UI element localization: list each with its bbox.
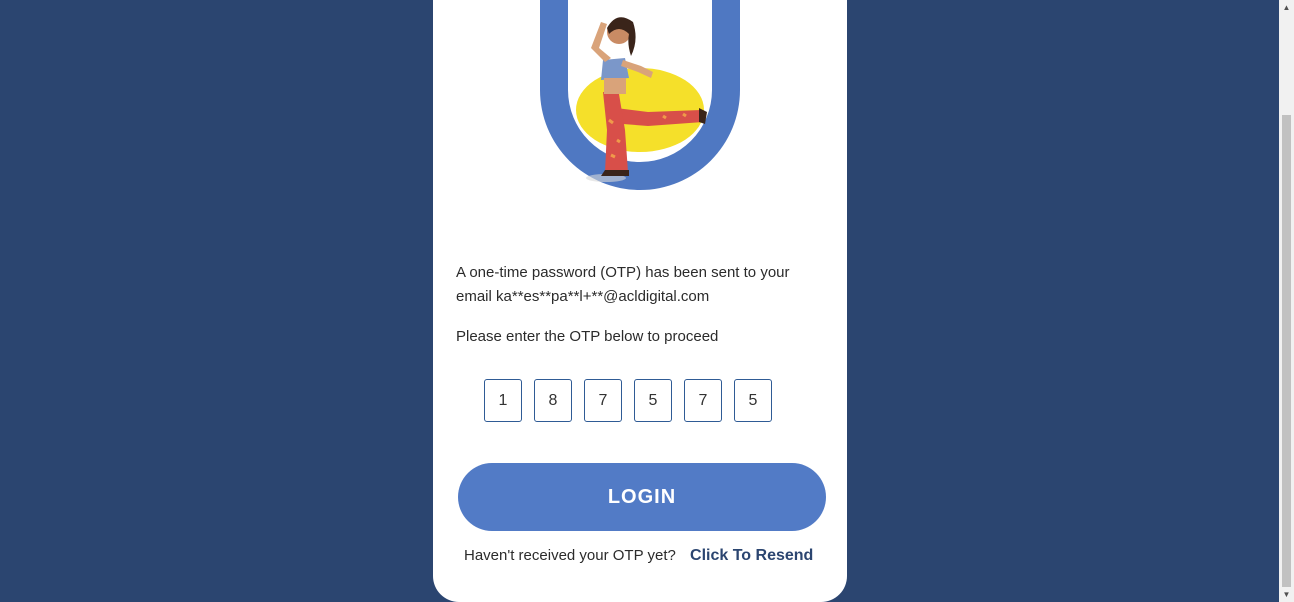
otp-digit-3[interactable]: 7 [584, 379, 622, 422]
otp-sent-message: A one-time password (OTP) has been sent … [456, 264, 790, 305]
scroll-down-arrow-icon[interactable]: ▼ [1279, 587, 1294, 602]
otp-card: A one-time password (OTP) has been sent … [433, 0, 847, 602]
otp-input-row: 1 8 7 5 7 5 [484, 379, 772, 422]
login-button[interactable]: LOGIN [458, 463, 826, 531]
scrollbar-thumb[interactable] [1282, 115, 1291, 587]
vertical-scrollbar[interactable]: ▲ ▼ [1279, 0, 1294, 602]
otp-digit-4[interactable]: 5 [634, 379, 672, 422]
otp-digit-1[interactable]: 1 [484, 379, 522, 422]
otp-digit-2[interactable]: 8 [534, 379, 572, 422]
otp-instruction: Please enter the OTP below to proceed [456, 328, 719, 345]
scroll-up-arrow-icon[interactable]: ▲ [1279, 0, 1294, 15]
resend-link[interactable]: Click To Resend [690, 547, 813, 564]
otp-digit-5[interactable]: 7 [684, 379, 722, 422]
resend-prompt: Haven't received your OTP yet? [464, 547, 676, 564]
otp-digit-6[interactable]: 5 [734, 379, 772, 422]
resend-row: Haven't received your OTP yet? Click To … [464, 547, 813, 565]
page-background: A one-time password (OTP) has been sent … [0, 0, 1294, 602]
sun-shape [576, 68, 704, 152]
hero-illustration [540, 0, 740, 190]
